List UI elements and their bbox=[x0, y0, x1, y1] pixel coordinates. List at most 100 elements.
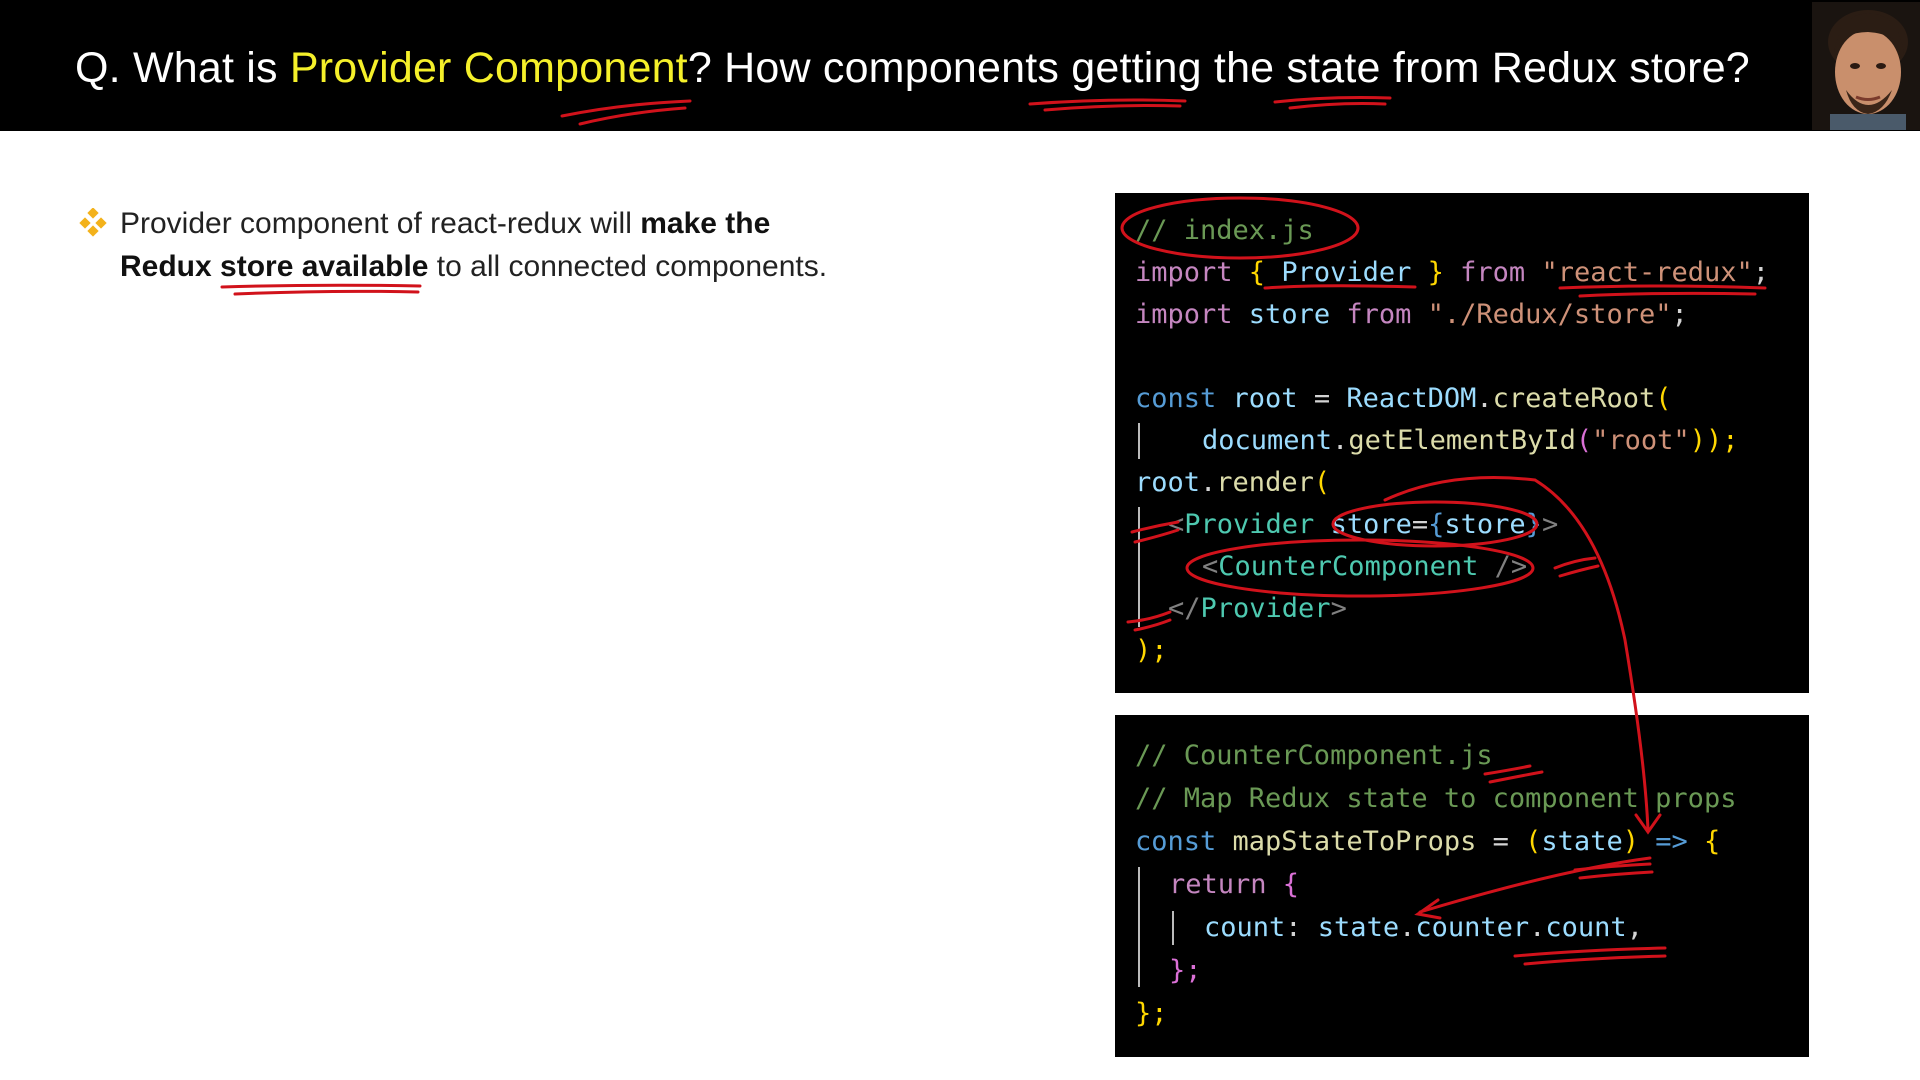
code-token: = bbox=[1411, 509, 1429, 540]
code-token: . bbox=[1399, 912, 1416, 943]
code-token: Provider bbox=[1200, 593, 1331, 624]
code-token: < bbox=[1202, 551, 1219, 582]
code-token: from bbox=[1346, 299, 1412, 330]
code-line: return { bbox=[1169, 865, 1299, 905]
code-token: root bbox=[1216, 383, 1314, 414]
code-token: /> bbox=[1478, 551, 1528, 582]
code-token: import bbox=[1135, 257, 1233, 288]
code-line: // index.js bbox=[1135, 211, 1314, 251]
code-token: state bbox=[1317, 912, 1400, 943]
code-line: }; bbox=[1135, 994, 1168, 1034]
code-line: count: state.counter.count, bbox=[1204, 908, 1643, 948]
code-token: > bbox=[1330, 593, 1347, 624]
code-line: const root = ReactDOM.createRoot( bbox=[1135, 379, 1671, 419]
bullet-text-part: to all connected components. bbox=[428, 250, 828, 283]
code-line: import store from "./Redux/store"; bbox=[1135, 295, 1688, 335]
code-token: . bbox=[1332, 425, 1349, 456]
code-token: }; bbox=[1135, 998, 1168, 1029]
code-token: , bbox=[1626, 912, 1643, 943]
code-token: count bbox=[1545, 912, 1627, 943]
code-token: ( bbox=[1525, 826, 1542, 857]
title-prefix: Q. What is bbox=[75, 44, 290, 92]
code-token: . bbox=[1200, 467, 1217, 498]
code-line: root.render( bbox=[1135, 463, 1330, 503]
code-token: > bbox=[1541, 509, 1559, 540]
code-comment: // index.js bbox=[1135, 215, 1314, 246]
code-token: getElementById bbox=[1348, 425, 1576, 456]
code-token: ReactDOM bbox=[1346, 383, 1477, 414]
code-line: const mapStateToProps = (state) => { bbox=[1135, 822, 1720, 862]
code-token: { bbox=[1266, 869, 1300, 900]
code-comment: // Map Redux state to component props bbox=[1135, 783, 1737, 814]
code-token: root bbox=[1135, 467, 1201, 498]
code-token: ( bbox=[1575, 425, 1593, 456]
indent-guide bbox=[1138, 867, 1140, 987]
code-token: "./Redux/store" bbox=[1411, 299, 1672, 330]
code-line: import { Provider } from "react-redux"; bbox=[1135, 253, 1769, 293]
code-token: return bbox=[1169, 869, 1267, 900]
code-token: < bbox=[1168, 509, 1185, 540]
code-token: ; bbox=[1671, 299, 1688, 330]
code-token: = bbox=[1313, 383, 1347, 414]
bullet-bold-text: make the bbox=[640, 207, 771, 240]
code-line: }; bbox=[1169, 951, 1202, 991]
code-line: <Provider store={store}> bbox=[1168, 505, 1558, 545]
code-panel-counter: // CounterComponent.js // Map Redux stat… bbox=[1115, 715, 1809, 1057]
code-token: CounterComponent bbox=[1218, 551, 1479, 582]
code-token: const bbox=[1135, 383, 1217, 414]
code-token: import bbox=[1135, 299, 1233, 330]
title-bar: Q. What is Provider Component? How compo… bbox=[0, 0, 1920, 131]
code-token: render bbox=[1216, 467, 1314, 498]
code-token: Provider bbox=[1281, 257, 1412, 288]
code-line: // CounterComponent.js bbox=[1135, 736, 1493, 776]
code-token: "root" bbox=[1592, 425, 1690, 456]
bullet-diamond-icon bbox=[79, 208, 107, 237]
code-line: // Map Redux state to component props bbox=[1135, 779, 1736, 819]
indent-guide bbox=[1138, 423, 1140, 459]
indent-guide bbox=[1172, 911, 1174, 945]
code-token: mapStateToProps bbox=[1216, 826, 1477, 857]
presenter-avatar bbox=[1812, 2, 1920, 130]
code-token: "react-redux" bbox=[1541, 257, 1753, 288]
code-line: ); bbox=[1135, 631, 1168, 671]
bullet-bold-text: Redux store available bbox=[120, 250, 429, 283]
slide-title: Q. What is Provider Component? How compo… bbox=[75, 44, 1750, 93]
code-token: { bbox=[1232, 257, 1282, 288]
code-token: ( bbox=[1313, 467, 1331, 498]
code-token: </ bbox=[1168, 593, 1201, 624]
code-token: . bbox=[1476, 383, 1493, 414]
code-token: : bbox=[1285, 912, 1318, 943]
code-token: { bbox=[1704, 826, 1721, 857]
underline-stroke bbox=[233, 289, 420, 296]
code-token: { bbox=[1428, 509, 1445, 540]
code-line: <CounterComponent /> bbox=[1202, 547, 1527, 587]
code-token: ); bbox=[1135, 635, 1168, 666]
code-token: const bbox=[1135, 826, 1217, 857]
code-token: Provider bbox=[1184, 509, 1315, 540]
code-token: count bbox=[1204, 912, 1286, 943]
code-token: store bbox=[1444, 509, 1526, 540]
code-token: } bbox=[1525, 509, 1542, 540]
bullet-text-part: Provider component of react-redux will bbox=[120, 207, 641, 240]
code-token: ) bbox=[1622, 826, 1639, 857]
code-token: store bbox=[1314, 509, 1412, 540]
code-token: ; bbox=[1752, 257, 1770, 288]
code-line: document.getElementById("root")); bbox=[1202, 421, 1738, 461]
code-token: from bbox=[1460, 257, 1526, 288]
title-highlight: Provider Component bbox=[289, 44, 688, 92]
code-token: )); bbox=[1689, 425, 1739, 456]
code-comment: // CounterComponent.js bbox=[1135, 740, 1493, 771]
code-token: . bbox=[1529, 912, 1546, 943]
title-suffix: ? How components getting the state from … bbox=[687, 44, 1750, 92]
code-token: document bbox=[1202, 425, 1333, 456]
code-token: }; bbox=[1169, 955, 1202, 986]
code-token: state bbox=[1541, 826, 1623, 857]
code-token: } bbox=[1411, 257, 1461, 288]
code-token: counter bbox=[1415, 912, 1530, 943]
code-token: createRoot bbox=[1492, 383, 1656, 414]
code-token: => bbox=[1638, 826, 1704, 857]
code-token: store bbox=[1232, 299, 1347, 330]
indent-guide bbox=[1138, 507, 1140, 627]
bullet-text: Provider component of react-redux will m… bbox=[120, 202, 827, 288]
code-token: ( bbox=[1655, 383, 1672, 414]
